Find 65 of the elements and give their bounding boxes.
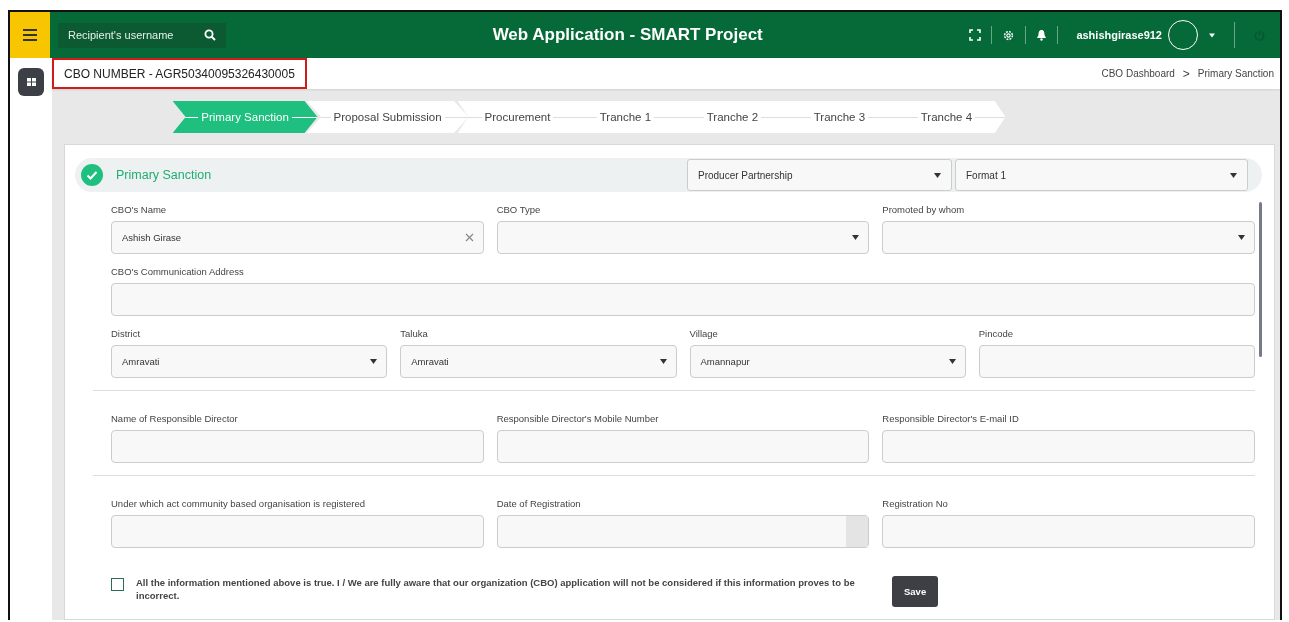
step-tab[interactable]: Procurement (457, 101, 578, 133)
caret-icon (852, 235, 860, 240)
checkbox[interactable] (111, 578, 124, 591)
date-field[interactable] (496, 515, 870, 548)
input-field[interactable] (882, 515, 1255, 548)
caret-icon (934, 172, 941, 178)
select-field[interactable]: Amravati (400, 345, 677, 378)
field-label: Responsible Director's E-mail ID (882, 413, 1020, 424)
input-field[interactable] (978, 345, 1255, 378)
search-field[interactable]: Recipient's username (58, 22, 226, 48)
field-label: District (111, 328, 142, 339)
breadcrumb-link[interactable]: CBO Dashboard (1101, 68, 1175, 79)
dropdown[interactable]: Producer Partnership (687, 159, 952, 191)
dashboard-button[interactable] (18, 68, 44, 96)
field-label: Village (689, 328, 719, 339)
breadcrumb-separator: > (1182, 66, 1190, 81)
caret-icon (659, 359, 667, 364)
select-field[interactable] (882, 221, 1255, 254)
select-field[interactable]: Amravati (111, 345, 388, 378)
step-tab[interactable]: Tranche 1 (566, 101, 685, 133)
field-label: CBO's Name (111, 204, 168, 215)
field-label: Name of Responsible Director (111, 413, 239, 424)
select-field[interactable] (496, 221, 870, 254)
caret-icon (370, 359, 378, 364)
field-label: Responsible Director's Mobile Number (496, 413, 660, 424)
bell-icon[interactable] (1036, 29, 1048, 41)
settings-icon[interactable] (1002, 28, 1016, 42)
caret-icon (1238, 235, 1245, 240)
field-label: Registration No (882, 498, 949, 509)
search-icon[interactable] (204, 29, 216, 41)
fullscreen-icon[interactable] (969, 29, 982, 41)
field-label: Under which act community based organisation is registered (111, 498, 366, 509)
input-field[interactable] (882, 430, 1255, 463)
input-field[interactable] (111, 283, 1255, 316)
app-title: Web Application - SMART Project (491, 25, 764, 45)
input-field[interactable] (496, 430, 870, 463)
step-tab[interactable]: Tranche 3 (780, 101, 899, 133)
username[interactable]: ashishgirase912 (1076, 29, 1162, 41)
section-title: Primary Sanction (116, 168, 213, 182)
input-field[interactable]: Ashish Girase (111, 221, 484, 254)
dropdown[interactable]: Format 1 (955, 159, 1248, 191)
save-button[interactable]: Save (892, 576, 939, 607)
declaration-text: All the information mentioned above is true. I / We are fully aware that our organization (CBO) application will not be considered if this information proves to be incorrect. (136, 576, 856, 603)
select-field[interactable]: Amannapur (689, 345, 966, 378)
menu-icon (23, 29, 37, 41)
field-label: Date of Registration (496, 498, 582, 509)
scrollbar[interactable] (1259, 202, 1262, 357)
field-label: CBO's Communication Address (111, 266, 245, 277)
step-tab[interactable]: Tranche 2 (673, 101, 792, 133)
field-label: CBO Type (496, 204, 542, 215)
caret-icon (1230, 172, 1237, 178)
caret-icon[interactable] (1208, 32, 1216, 38)
field-label: Pincode (978, 328, 1015, 339)
step-tab[interactable]: Proposal Submission (306, 101, 469, 133)
input-field[interactable] (111, 515, 484, 548)
cbo-number: CBO NUMBER - AGR50340095326430005 (52, 58, 307, 89)
grid-icon (26, 78, 36, 86)
step-tab[interactable]: Tranche 4 (887, 101, 1006, 133)
clear-icon[interactable] (464, 233, 474, 242)
field-label: Taluka (400, 328, 429, 339)
field-label: Promoted by whom (882, 204, 966, 215)
input-field[interactable] (111, 430, 484, 463)
menu-button[interactable] (10, 12, 50, 58)
caret-icon (948, 359, 956, 364)
calendar-button[interactable] (846, 516, 869, 547)
